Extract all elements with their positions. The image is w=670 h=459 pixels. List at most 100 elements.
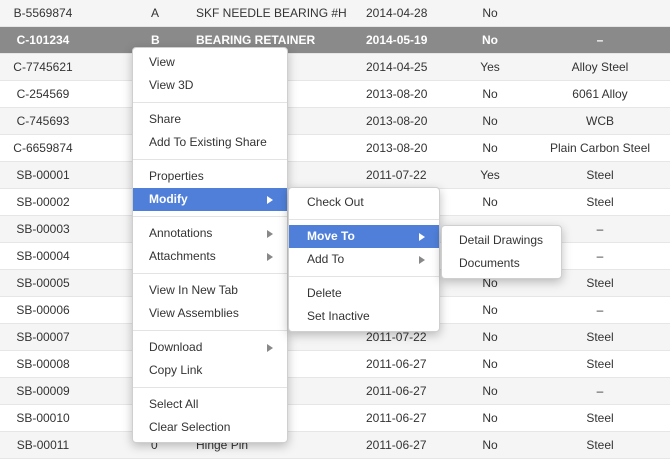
part-number-cell: SB-00007 — [16, 330, 70, 344]
table-row[interactable]: SB-00009 2011-06-27 No – — [0, 378, 670, 405]
menu-item-check-out[interactable]: Check Out — [289, 191, 439, 214]
material-cell: – — [596, 303, 604, 317]
date-cell: 2011-06-27 — [366, 357, 427, 371]
menu-item-move-to[interactable]: Move To — [289, 225, 439, 248]
material-cell: 6061 Alloy — [572, 87, 628, 101]
part-number-cell: SB-00005 — [16, 276, 70, 290]
material-cell: – — [596, 384, 604, 398]
flag-cell: No — [482, 6, 498, 20]
submenu-arrow-icon — [267, 253, 273, 261]
flag-cell: No — [482, 303, 498, 317]
table-row[interactable]: SB-00011 0 Hinge Pin 2011-06-27 No Steel — [0, 432, 670, 459]
date-cell: 2011-06-27 — [366, 384, 427, 398]
menu-item-annotations[interactable]: Annotations — [133, 222, 287, 245]
menu-item-view-assemblies[interactable]: View Assemblies — [133, 302, 287, 325]
part-number-cell: C-101234 — [16, 33, 70, 47]
part-number-cell: SB-00002 — [16, 195, 70, 209]
menu-item-attachments[interactable]: Attachments — [133, 245, 287, 268]
menu-item-documents[interactable]: Documents — [442, 252, 561, 275]
flag-cell: No — [482, 438, 498, 452]
menu-separator — [133, 387, 287, 388]
menu-item-download[interactable]: Download — [133, 336, 287, 359]
date-cell: 2013-08-20 — [366, 114, 428, 128]
material-cell: Steel — [586, 411, 614, 425]
table-row[interactable]: C-7745621DRIVE2014-04-25YesAlloy Steel — [0, 54, 670, 81]
part-number-cell: C-254569 — [16, 87, 70, 101]
menu-item-delete[interactable]: Delete — [289, 282, 439, 305]
menu-item-view-in-new-tab[interactable]: View In New Tab — [133, 279, 287, 302]
date-cell: 2014-04-28 — [366, 6, 428, 20]
submenu-arrow-icon — [267, 196, 273, 204]
part-number-cell: SB-00003 — [16, 222, 70, 236]
flag-cell: No — [482, 384, 498, 398]
menu-item-copy-link[interactable]: Copy Link — [133, 359, 287, 382]
material-cell: Steel — [586, 330, 614, 344]
menu-item-modify[interactable]: Modify — [133, 188, 287, 211]
menu-item-set-inactive[interactable]: Set Inactive — [289, 305, 439, 328]
material-cell: Alloy Steel — [571, 60, 629, 74]
flag-cell: Yes — [480, 168, 500, 182]
menu-item-view[interactable]: View — [133, 51, 287, 74]
menu-separator — [133, 102, 287, 103]
part-number-cell: SB-00001 — [16, 168, 70, 182]
part-number-cell: C-745693 — [16, 114, 70, 128]
table-row[interactable]: B-5569874 A SKF NEEDLE BEARING #H 2014-04-2… — [0, 0, 670, 27]
menu-item-label: Download — [149, 340, 203, 354]
context-menu: View View 3D Share Add To Existing Share… — [132, 47, 288, 443]
menu-item-share[interactable]: Share — [133, 108, 287, 131]
table-row[interactable]: SB-00010 2011-06-27 No Steel — [0, 405, 670, 432]
part-number-cell: B-5569874 — [13, 6, 73, 20]
revision-cell: A — [151, 6, 160, 20]
table-row[interactable]: C-745693AFT2013-08-20NoWCB — [0, 108, 670, 135]
flag-cell: No — [482, 114, 498, 128]
material-cell: – — [596, 33, 604, 47]
table-row[interactable]: SB-00008rame2011-06-27NoSteel — [0, 351, 670, 378]
menu-item-add-to-existing-share[interactable]: Add To Existing Share — [133, 131, 287, 154]
table-row[interactable]: C-101234 B BEARING RETAINER 2014-05-19 No – — [0, 27, 670, 54]
menu-separator — [289, 276, 439, 277]
part-number-cell: SB-00006 — [16, 303, 70, 317]
date-cell: 2014-04-25 — [366, 60, 428, 74]
date-cell: 2011-06-27 — [366, 438, 427, 452]
menu-item-view-3d[interactable]: View 3D — [133, 74, 287, 97]
modify-submenu: Check Out Move To Add To Delete Set Inac… — [288, 187, 440, 332]
description-cell: SKF NEEDLE BEARING #H — [196, 6, 347, 20]
menu-separator — [133, 159, 287, 160]
part-number-cell: SB-00008 — [16, 357, 70, 371]
menu-item-clear-selection[interactable]: Clear Selection — [133, 416, 287, 439]
part-number-cell: C-6659874 — [13, 141, 73, 155]
material-cell: WCB — [586, 114, 614, 128]
flag-cell: No — [482, 33, 498, 47]
flag-cell: No — [482, 87, 498, 101]
flag-cell: No — [482, 195, 498, 209]
menu-separator — [133, 330, 287, 331]
submenu-arrow-icon — [267, 230, 273, 238]
menu-item-properties[interactable]: Properties — [133, 165, 287, 188]
part-number-cell: SB-00009 — [16, 384, 70, 398]
date-cell: 2014-05-19 — [366, 33, 428, 47]
menu-item-label: Attachments — [149, 249, 216, 263]
table-row[interactable]: C-254569 2013-08-20 No 6061 Alloy — [0, 81, 670, 108]
menu-separator — [133, 216, 287, 217]
date-cell: 2013-08-20 — [366, 87, 428, 101]
date-cell: 2013-08-20 — [366, 141, 428, 155]
material-cell: Steel — [586, 438, 614, 452]
menu-item-add-to[interactable]: Add To — [289, 248, 439, 271]
menu-item-detail-drawings[interactable]: Detail Drawings — [442, 229, 561, 252]
menu-item-select-all[interactable]: Select All — [133, 393, 287, 416]
part-number-cell: C-7745621 — [13, 60, 73, 74]
date-cell: 2011-07-22 — [366, 168, 427, 182]
date-cell: 2011-06-27 — [366, 411, 427, 425]
part-number-cell: SB-00004 — [16, 249, 70, 263]
table-row[interactable]: C-6659874RING2013-08-20NoPlain Carbon St… — [0, 135, 670, 162]
submenu-arrow-icon — [419, 233, 425, 241]
flag-cell: No — [482, 330, 498, 344]
submenu-arrow-icon — [267, 344, 273, 352]
part-number-cell: SB-00010 — [16, 411, 70, 425]
flag-cell: Yes — [480, 60, 500, 74]
material-cell: Steel — [586, 168, 614, 182]
flag-cell: No — [482, 411, 498, 425]
material-cell: Steel — [586, 195, 614, 209]
menu-separator — [289, 219, 439, 220]
table-row[interactable]: SB-00001 2011-07-22 Yes Steel — [0, 162, 670, 189]
